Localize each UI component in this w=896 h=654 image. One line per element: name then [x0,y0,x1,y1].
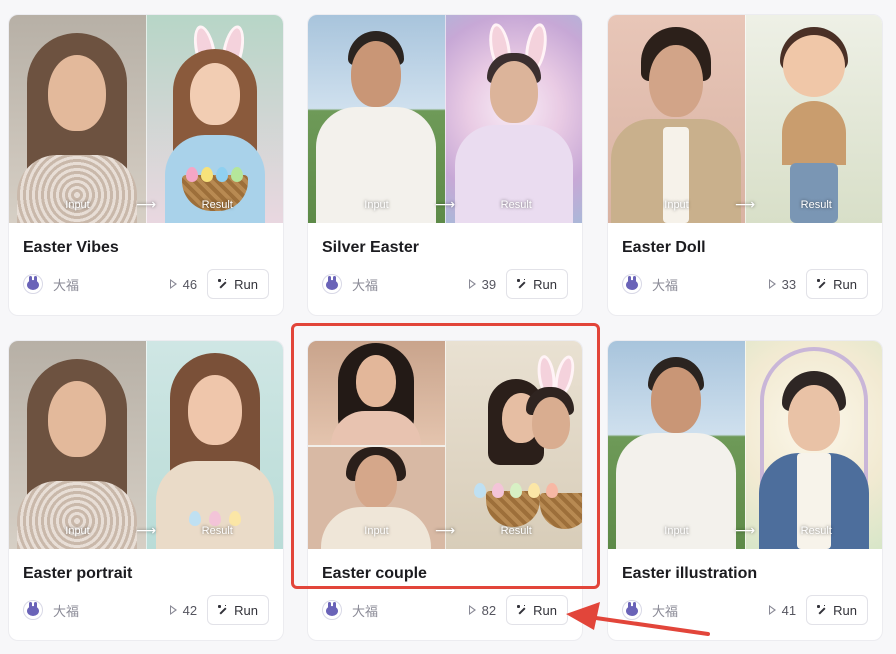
arrow-right-icon: ⟶ [434,522,456,538]
bunny-avatar-icon [322,600,342,620]
card-title: Easter couple [322,565,427,582]
input-image [308,341,445,549]
run-button-label: Run [833,602,857,618]
result-label: Result [500,525,532,537]
card-thumbnail: Input ⟶ Result [608,341,882,549]
result-label: Result [800,199,832,211]
card-meta: 大福 33 Run [622,269,868,299]
template-card[interactable]: Input ⟶ Result Easter Vibes 大福 46 Run [8,14,284,316]
bunny-avatar-icon [23,274,43,294]
template-card[interactable]: Input ⟶ Result Easter Doll 大福 33 Run [607,14,883,316]
input-image [9,15,146,223]
card-title: Silver Easter [322,239,419,256]
result-image [145,341,283,549]
author-name[interactable]: 大福 [352,601,378,620]
template-grid: Input ⟶ Result Easter Vibes 大福 46 Run In… [0,0,896,654]
result-image [145,15,283,223]
card-thumbnail: Input ⟶ Result [308,341,582,549]
result-image [744,15,882,223]
arrow-right-icon: ⟶ [135,196,157,212]
result-label: Result [500,199,532,211]
input-image [608,341,745,549]
card-meta: 大福 41 Run [622,595,868,625]
input-label: Input [664,525,689,537]
magic-wand-icon [817,279,827,289]
input-label: Input [65,199,90,211]
magic-wand-icon [817,605,827,615]
card-thumbnail: Input ⟶ Result [9,341,283,549]
run-button-label: Run [833,276,857,292]
template-card[interactable]: Input ⟶ Result Easter couple 大福 82 Run [307,340,583,641]
run-button[interactable]: Run [207,269,269,299]
card-thumbnail: Input ⟶ Result [308,15,582,223]
card-thumbnail: Input ⟶ Result [9,15,283,223]
run-button-label: Run [234,276,258,292]
input-image [608,15,745,223]
bunny-avatar-icon [622,274,642,294]
run-count: 39 [481,276,497,292]
result-image [744,341,882,549]
bunny-avatar-icon [23,600,43,620]
play-icon [468,605,476,615]
magic-wand-icon [218,605,228,615]
magic-wand-icon [517,605,527,615]
magic-wand-icon [218,279,228,289]
run-button-label: Run [234,602,258,618]
run-button[interactable]: Run [506,269,568,299]
arrow-right-icon: ⟶ [734,196,756,212]
author-name[interactable]: 大福 [652,275,678,294]
template-card[interactable]: Input ⟶ Result Easter illustration 大福 41… [607,340,883,641]
card-title: Easter illustration [622,565,758,582]
arrow-right-icon: ⟶ [734,522,756,538]
bunny-avatar-icon [622,600,642,620]
result-label: Result [800,525,832,537]
input-label: Input [364,525,389,537]
run-count: 46 [182,276,198,292]
run-count: 42 [182,602,198,618]
play-icon [468,279,476,289]
run-count: 33 [781,276,797,292]
play-icon [169,605,177,615]
template-card[interactable]: Input ⟶ Result Easter portrait 大福 42 Run [8,340,284,641]
run-button[interactable]: Run [806,269,868,299]
card-meta: 大福 39 Run [322,269,568,299]
magic-wand-icon [517,279,527,289]
card-title: Easter Doll [622,239,706,256]
arrow-right-icon: ⟶ [135,522,157,538]
input-image [308,15,445,223]
author-name[interactable]: 大福 [352,275,378,294]
bunny-avatar-icon [322,274,342,294]
run-button[interactable]: Run [207,595,269,625]
result-image [444,341,582,549]
card-meta: 大福 42 Run [23,595,269,625]
card-title: Easter Vibes [23,239,119,256]
input-image [9,341,146,549]
author-name[interactable]: 大福 [652,601,678,620]
play-icon [768,605,776,615]
result-label: Result [201,525,233,537]
play-icon [169,279,177,289]
run-button-label: Run [533,276,557,292]
run-button[interactable]: Run [806,595,868,625]
run-count: 82 [481,602,497,618]
input-label: Input [664,199,689,211]
card-meta: 大福 82 Run [322,595,568,625]
play-icon [768,279,776,289]
result-label: Result [201,199,233,211]
template-card[interactable]: Input ⟶ Result Silver Easter 大福 39 Run [307,14,583,316]
author-name[interactable]: 大福 [53,601,79,620]
run-count: 41 [781,602,797,618]
arrow-right-icon: ⟶ [434,196,456,212]
author-name[interactable]: 大福 [53,275,79,294]
input-label: Input [65,525,90,537]
run-button-label: Run [533,602,557,618]
run-button[interactable]: Run [506,595,568,625]
result-image [444,15,582,223]
input-label: Input [364,199,389,211]
card-meta: 大福 46 Run [23,269,269,299]
card-title: Easter portrait [23,565,133,582]
card-thumbnail: Input ⟶ Result [608,15,882,223]
